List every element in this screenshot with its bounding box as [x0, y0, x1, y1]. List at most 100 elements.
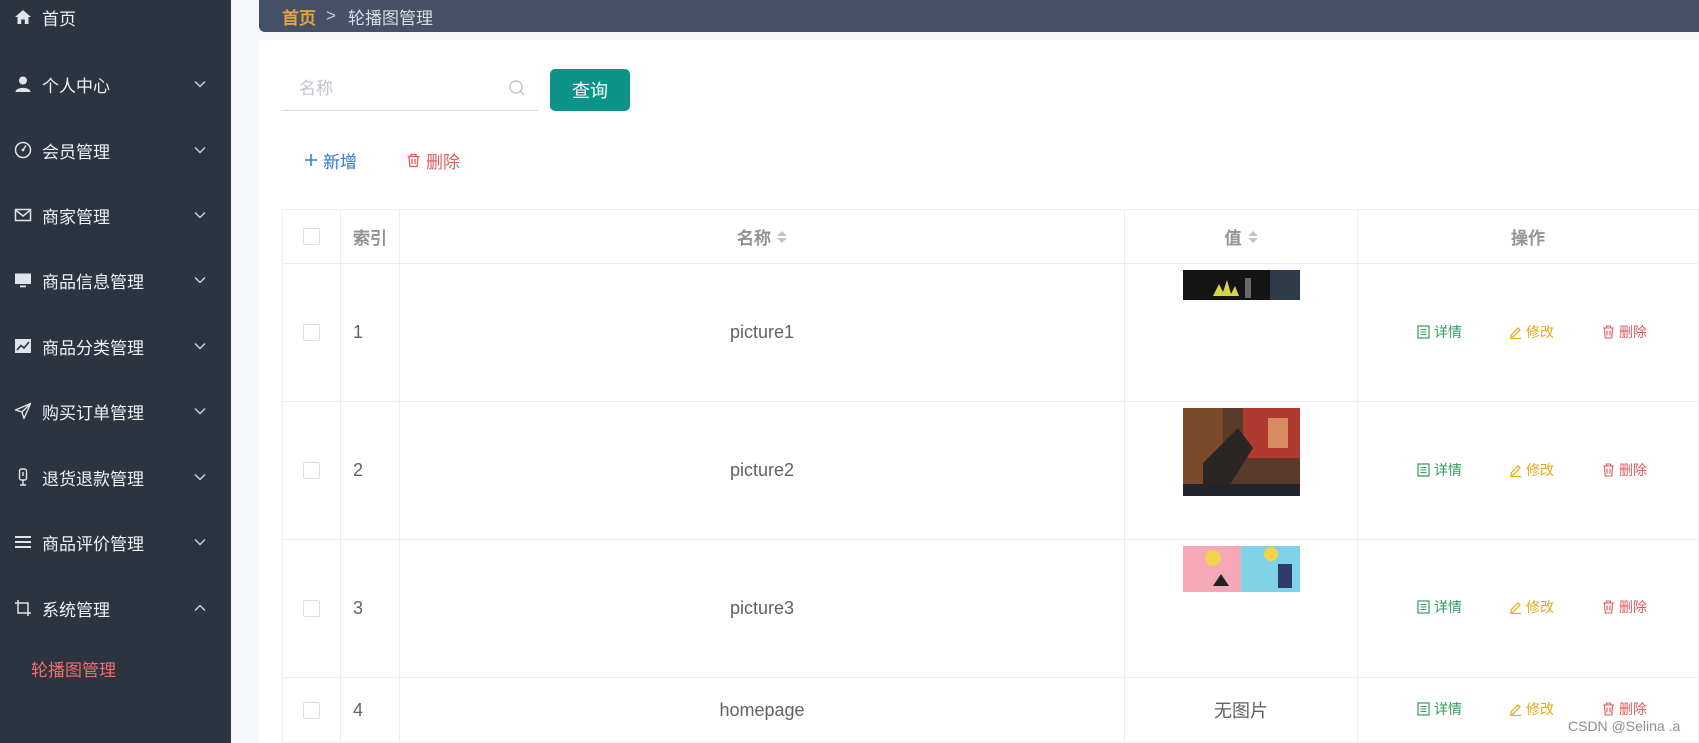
thumbnail-image	[1183, 408, 1300, 496]
query-button[interactable]: 查询	[550, 69, 630, 111]
sidebar-subitem-carousel-management[interactable]: 轮播图管理	[0, 653, 231, 683]
edit-button-label: 修改	[1526, 324, 1554, 340]
table-cell-index: 1	[341, 264, 400, 402]
sidebar-item-product-category-management[interactable]: 商品分类管理	[0, 331, 231, 361]
plus-icon	[305, 154, 317, 166]
delete-button-label: 删除	[1619, 599, 1647, 615]
chevron-up-icon	[192, 600, 208, 616]
search-icon	[508, 79, 528, 99]
chevron-down-icon	[192, 142, 208, 158]
detail-button-label: 详情	[1434, 701, 1462, 717]
pencil-icon	[1510, 704, 1521, 716]
row-checkbox[interactable]	[302, 462, 320, 479]
delete-button-label: 删除	[1619, 462, 1647, 478]
table-header-name-label: 名称	[737, 229, 771, 248]
document-icon	[1417, 463, 1430, 477]
sidebar-item-merchant-management[interactable]: 商家管理	[0, 200, 231, 230]
sidebar-item-system-management[interactable]: 系统管理	[0, 593, 231, 623]
sidebar-item-product-review-management[interactable]: 商品评价管理	[0, 527, 231, 557]
microphone-icon	[13, 467, 33, 487]
edit-button-label: 修改	[1526, 701, 1554, 717]
sidebar-item-return-refund-management[interactable]: 退货退款管理	[0, 462, 231, 492]
table-cell-name: picture1	[400, 264, 1125, 402]
trash-icon	[1603, 325, 1614, 339]
edit-button[interactable]: 修改	[1509, 322, 1554, 342]
table-header-value[interactable]: 值	[1125, 210, 1358, 264]
edit-button-label: 修改	[1526, 599, 1554, 615]
document-icon	[1417, 702, 1430, 716]
delete-button[interactable]: 删除	[1602, 460, 1647, 480]
table-cell-name: picture2	[400, 402, 1125, 540]
row-checkbox[interactable]	[302, 600, 320, 617]
trash-icon	[407, 153, 420, 167]
detail-button-label: 详情	[1434, 462, 1462, 478]
document-icon	[1417, 325, 1430, 339]
table-cell-index: 3	[341, 540, 400, 678]
sidebar-item-member-management[interactable]: 会员管理	[0, 135, 231, 165]
chevron-down-icon	[192, 469, 208, 485]
sidebar-item-label: 购买订单管理	[42, 403, 144, 423]
chevron-down-icon	[192, 403, 208, 419]
sort-icon[interactable]	[777, 230, 787, 243]
table-header-select	[282, 210, 341, 264]
document-icon	[1417, 600, 1430, 614]
table-row-select	[282, 678, 341, 743]
table-header-value-label: 值	[1224, 229, 1242, 248]
trash-icon	[1603, 702, 1614, 716]
sidebar-item-label: 会员管理	[42, 142, 110, 162]
row-checkbox[interactable]	[302, 701, 320, 719]
breadcrumb-home-link[interactable]: 首页	[282, 4, 316, 29]
table-header-index: 索引	[341, 210, 400, 264]
edit-button[interactable]: 修改	[1509, 597, 1554, 617]
breadcrumb-current: 轮播图管理	[348, 8, 433, 28]
breadcrumb-separator: >	[326, 6, 336, 25]
sort-icon[interactable]	[1247, 230, 1258, 243]
sidebar-item-product-info-management[interactable]: 商品信息管理	[0, 265, 231, 295]
thumbnail-image	[1183, 546, 1300, 597]
detail-button-label: 详情	[1434, 599, 1462, 615]
select-all-checkbox[interactable]	[302, 228, 320, 245]
bulk-delete-button[interactable]: 删除	[406, 148, 460, 172]
table-cell-index: 2	[341, 402, 400, 540]
table-cell-index: 4	[341, 678, 400, 743]
add-button[interactable]: 新增	[304, 148, 357, 172]
chevron-down-icon	[192, 338, 208, 354]
sidebar-item-purchase-order-management[interactable]: 购买订单管理	[0, 396, 231, 426]
search-field	[282, 68, 539, 111]
watermark-text: CSDN @Selina .a	[1568, 718, 1681, 734]
home-icon	[13, 7, 33, 27]
delete-button[interactable]: 删除	[1602, 699, 1647, 719]
edit-button[interactable]: 修改	[1509, 460, 1554, 480]
sidebar-item-label: 商品信息管理	[42, 272, 144, 292]
pencil-icon	[1510, 465, 1521, 477]
delete-button[interactable]: 删除	[1602, 322, 1647, 342]
search-input[interactable]	[282, 68, 502, 110]
table-row-select	[282, 540, 341, 678]
edit-button[interactable]: 修改	[1509, 699, 1554, 719]
add-button-label: 新增	[323, 152, 357, 172]
crop-icon	[13, 598, 33, 618]
sidebar-subitem-label: 轮播图管理	[31, 660, 116, 680]
dashboard-icon	[13, 140, 33, 160]
table-header-name[interactable]: 名称	[400, 210, 1125, 264]
sidebar-item-personal-center[interactable]: 个人中心	[0, 69, 231, 99]
detail-button[interactable]: 详情	[1417, 699, 1462, 719]
sidebar-item-label: 商品分类管理	[42, 338, 144, 358]
table-header-actions: 操作	[1358, 210, 1699, 264]
detail-button-label: 详情	[1434, 324, 1462, 340]
chart-icon	[13, 336, 33, 356]
delete-button[interactable]: 删除	[1602, 597, 1647, 617]
sidebar-item-label: 个人中心	[42, 76, 110, 96]
breadcrumb: 首页 > 轮播图管理	[259, 0, 1699, 32]
table-row-select	[282, 402, 341, 540]
row-checkbox[interactable]	[302, 324, 320, 341]
table-row-select	[282, 264, 341, 402]
detail-button[interactable]: 详情	[1417, 322, 1462, 342]
detail-button[interactable]: 详情	[1417, 597, 1462, 617]
trash-icon	[1603, 463, 1614, 477]
table-cell-name: picture3	[400, 540, 1125, 678]
sidebar-item-label: 商品评价管理	[42, 534, 144, 554]
detail-button[interactable]: 详情	[1417, 460, 1462, 480]
bulk-delete-button-label: 删除	[426, 152, 460, 172]
sidebar-item-home[interactable]: 首页	[0, 2, 231, 32]
